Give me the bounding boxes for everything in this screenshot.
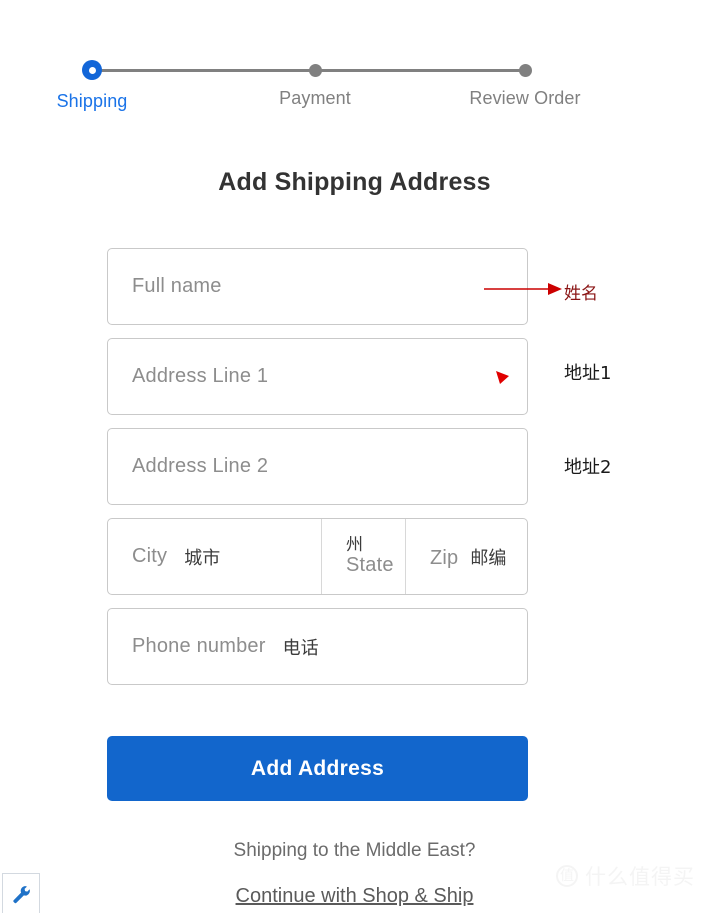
stepper-step-shipping[interactable]: Shipping	[17, 28, 167, 112]
state-translation-label: 州	[346, 534, 363, 555]
stepper-dot-icon	[518, 64, 532, 77]
annotation-label-full-name: 姓名	[564, 284, 598, 304]
phone-number-field[interactable]: Phone number 电话	[107, 608, 528, 685]
address-line-1-placeholder: Address Line 1	[132, 365, 269, 387]
phone-translation-label: 电话	[282, 637, 319, 659]
full-name-placeholder: Full name	[132, 275, 222, 297]
page-title: Add Shipping Address	[218, 168, 491, 196]
state-field[interactable]: 州 State	[321, 519, 405, 594]
continue-with-shop-and-ship-link[interactable]: Continue with Shop & Ship	[236, 885, 474, 907]
full-name-field[interactable]: Full name	[107, 248, 528, 325]
city-field[interactable]: City 城市	[108, 519, 321, 594]
watermark-mark: 值	[556, 865, 578, 887]
zip-field[interactable]: Zip 邮编	[405, 519, 527, 594]
stepper-dot-active-icon	[82, 60, 102, 80]
zip-placeholder: Zip	[430, 546, 459, 569]
annotation-arrow-full-name-icon	[484, 283, 562, 295]
state-placeholder: State	[346, 554, 394, 577]
city-translation-label: 城市	[184, 547, 221, 569]
city-state-zip-row: City 城市 州 State Zip 邮编	[107, 518, 528, 595]
city-placeholder: City	[132, 545, 168, 567]
annotation-label-address-line-1: 地址1	[564, 363, 612, 384]
shipping-address-form: Full name Address Line 1 Address Line 2 …	[107, 248, 528, 698]
stepper-label-review-order: Review Order	[469, 88, 581, 108]
address-line-1-field[interactable]: Address Line 1	[107, 338, 528, 415]
zip-translation-label: 邮编	[470, 547, 507, 569]
add-address-button[interactable]: Add Address	[107, 736, 528, 801]
address-line-2-placeholder: Address Line 2	[132, 455, 269, 477]
stepper-label-shipping: Shipping	[56, 91, 128, 111]
stepper-dot-icon	[308, 64, 322, 77]
tool-chip[interactable]	[2, 873, 40, 913]
checkout-page: Shipping Payment Review Order Add Shippi…	[0, 0, 709, 913]
phone-number-placeholder: Phone number	[132, 635, 266, 657]
stepper-step-review-order[interactable]: Review Order	[450, 28, 600, 109]
middle-east-note: Shipping to the Middle East?	[233, 840, 476, 861]
annotation-arrowhead-address-line-1-icon	[496, 371, 509, 384]
address-line-2-field[interactable]: Address Line 2	[107, 428, 528, 505]
checkout-stepper: Shipping Payment Review Order	[0, 28, 709, 111]
shop-and-ship-link-wrap: Continue with Shop & Ship	[0, 885, 709, 908]
wrench-icon	[13, 885, 30, 903]
stepper-step-payment[interactable]: Payment	[240, 28, 390, 109]
annotation-label-address-line-2: 地址2	[564, 457, 612, 478]
stepper-label-payment: Payment	[279, 88, 351, 108]
